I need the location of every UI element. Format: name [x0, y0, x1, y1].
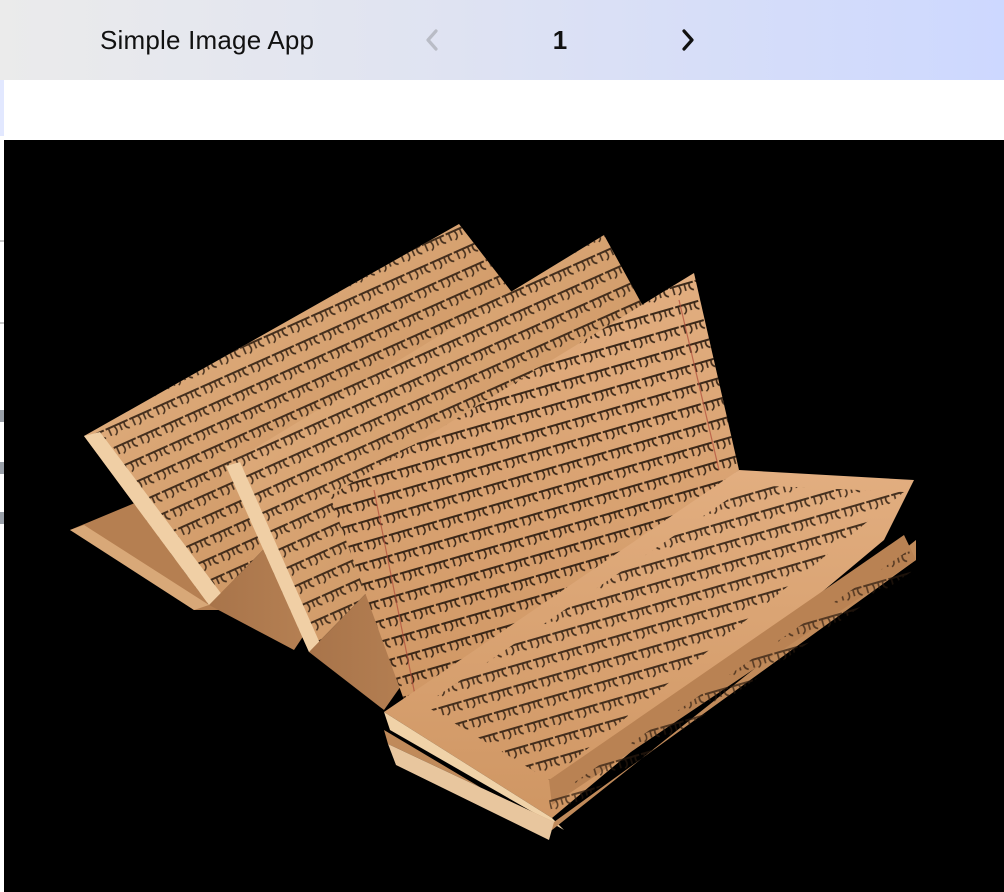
chevron-right-icon: [682, 29, 694, 51]
app-header: Simple Image App 1: [0, 0, 1004, 80]
page-number: 1: [552, 25, 568, 55]
app-title: Simple Image App: [100, 25, 315, 55]
folded-manuscript-image: [70, 224, 916, 840]
previous-page-button[interactable]: [414, 22, 450, 58]
toolbar-spacer: [0, 80, 1004, 140]
next-page-button[interactable]: [670, 22, 706, 58]
chevron-left-icon: [426, 29, 438, 51]
manuscript-photo: [4, 140, 1004, 892]
